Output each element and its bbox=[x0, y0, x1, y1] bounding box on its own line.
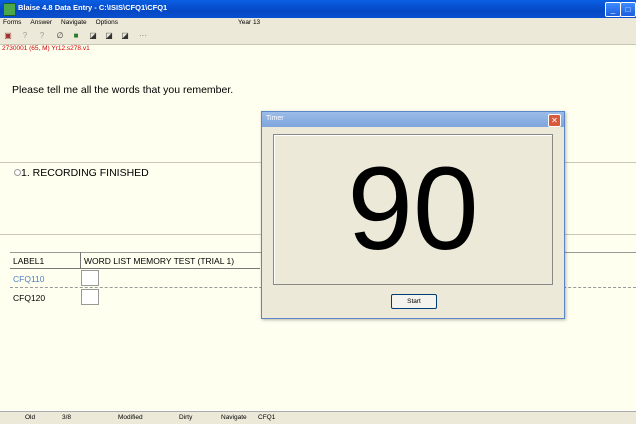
table-border bbox=[80, 252, 81, 268]
table-row-cfq120-name: CFQ120 bbox=[13, 293, 46, 303]
status-form: CFQ1 bbox=[258, 414, 276, 421]
help-alt-icon[interactable]: ? bbox=[37, 31, 47, 40]
timer-title-bar: Timer ✕ bbox=[262, 112, 564, 127]
option-label: 1. RECORDING FINISHED bbox=[21, 167, 149, 179]
window-title: Blaise 4.8 Data Entry - C:\ISIS\CFQ1\CFQ… bbox=[18, 3, 168, 12]
menu-options[interactable]: Options bbox=[96, 18, 118, 28]
menu-answer[interactable]: Answer bbox=[30, 18, 52, 28]
more-icon[interactable]: ··· bbox=[138, 31, 148, 40]
radio-recording-finished[interactable] bbox=[14, 169, 21, 176]
timer-display-panel: 90 bbox=[273, 134, 553, 285]
menu-bar: Forms Answer Navigate Options Year 13 bbox=[0, 18, 636, 28]
table-header-label: LABEL1 bbox=[13, 256, 45, 266]
attach-icon[interactable]: ∅ bbox=[55, 31, 65, 40]
table-header-title: WORD LIST MEMORY TEST (TRIAL 1) bbox=[84, 256, 235, 266]
save-icon[interactable]: ▣ bbox=[3, 31, 13, 40]
toolbar: ▣ ? ? ∅ ■ ◪ ◪ ◪ ··· bbox=[0, 28, 636, 45]
minimize-button[interactable]: _ bbox=[605, 2, 621, 17]
table-border bbox=[10, 268, 260, 269]
timer-dialog: Timer ✕ 90 Start bbox=[261, 111, 565, 319]
question-text: Please tell me all the words that you re… bbox=[12, 84, 234, 96]
title-bar: Blaise 4.8 Data Entry - C:\ISIS\CFQ1\CFQ… bbox=[0, 0, 636, 18]
help-icon[interactable]: ? bbox=[20, 31, 30, 40]
menu-forms[interactable]: Forms bbox=[3, 18, 21, 28]
status-page: 3/8 bbox=[62, 414, 72, 421]
table-row-cfq110-name: CFQ110 bbox=[13, 274, 45, 284]
case-id-line: 2730001 (65, M) Yr12.s278.v1 bbox=[2, 45, 90, 52]
status-modified: Modified bbox=[118, 414, 143, 421]
close-icon[interactable]: ✕ bbox=[548, 114, 561, 127]
window-icon[interactable]: ◪ bbox=[88, 31, 98, 40]
start-button[interactable]: Start bbox=[391, 294, 437, 309]
maximize-button[interactable]: □ bbox=[620, 2, 636, 17]
status-bar: Old 3/8 Modified Dirty Navigate CFQ1 bbox=[0, 411, 636, 424]
timer-count: 90 bbox=[347, 143, 479, 275]
status-navigate: Navigate bbox=[221, 414, 247, 421]
year-label: Year 13 bbox=[238, 19, 261, 26]
status-dirty: Dirty bbox=[179, 414, 193, 421]
status-old: Old bbox=[25, 414, 36, 421]
document-icon[interactable]: ■ bbox=[71, 31, 81, 40]
cfq110-input[interactable] bbox=[81, 270, 99, 286]
cfq120-input[interactable] bbox=[81, 289, 99, 305]
menu-navigate[interactable]: Navigate bbox=[61, 18, 87, 28]
timer-title: Timer bbox=[266, 115, 284, 122]
app-icon bbox=[3, 3, 16, 16]
window3-icon[interactable]: ◪ bbox=[120, 31, 130, 40]
window2-icon[interactable]: ◪ bbox=[104, 31, 114, 40]
